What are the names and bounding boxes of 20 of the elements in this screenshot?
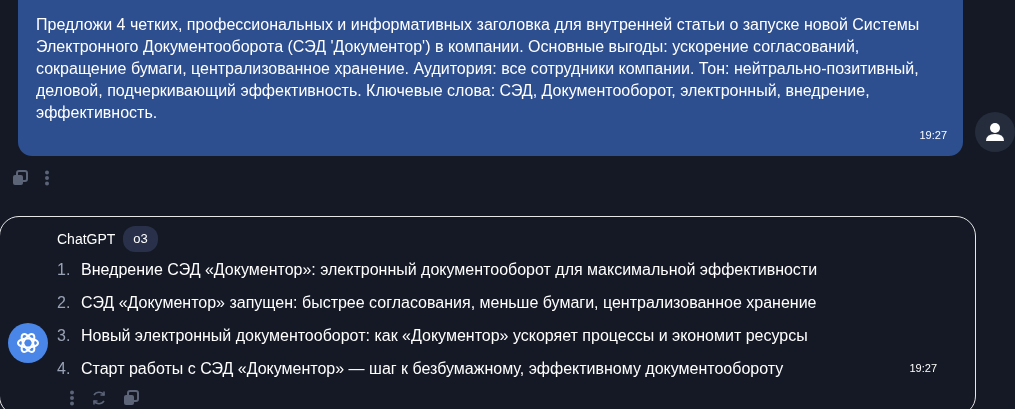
message-time: 19:27	[919, 128, 947, 143]
headline-text: СЭД «Документор» запущен: быстрее согласования, меньше бумаги, централизованное хранение	[81, 293, 817, 313]
list-number: 1.	[57, 260, 72, 280]
user-avatar	[975, 112, 1015, 152]
copy-icon[interactable]	[123, 390, 139, 406]
list-number: 2.	[57, 293, 72, 313]
message-time: 19:27	[909, 361, 937, 376]
more-icon[interactable]	[44, 170, 50, 186]
message-text: Предложи 4 четких, профессиональных и информативных заголовка для внутренней статьи о запуске новой Системы Электронного Документооборота (СЭД 'Документор') в компании. Основные выгоды: ускорение согласований, сокращение бумаги, централизованное хранение. Аудитория: все сотрудники компании. Тон: нейтрально-позитивный, деловой, подчеркивающий эффективность. Ключевые слова: СЭД, Документооборот, электронный, внедрение, эффективность.	[36, 15, 921, 123]
refresh-icon[interactable]	[91, 390, 107, 406]
list-number: 4.	[57, 359, 72, 379]
headline-text: Старт работы с СЭД «Документор» — шаг к безбумажному, эффективному документообороту	[81, 359, 784, 379]
headline-text: Внедрение СЭД «Документор»: электронный документооборот для максимальной эффективности	[81, 260, 818, 280]
copy-icon[interactable]	[12, 170, 28, 186]
model-tag: o3	[123, 226, 158, 252]
headline-text: Новый электронный документооборот: как «Документор» ускоряет процессы и экономит ресурсы	[81, 326, 808, 346]
more-icon[interactable]	[69, 390, 75, 406]
sender-name: ChatGPT	[57, 229, 116, 249]
assistant-avatar	[8, 323, 48, 363]
list-number: 3.	[57, 326, 72, 346]
